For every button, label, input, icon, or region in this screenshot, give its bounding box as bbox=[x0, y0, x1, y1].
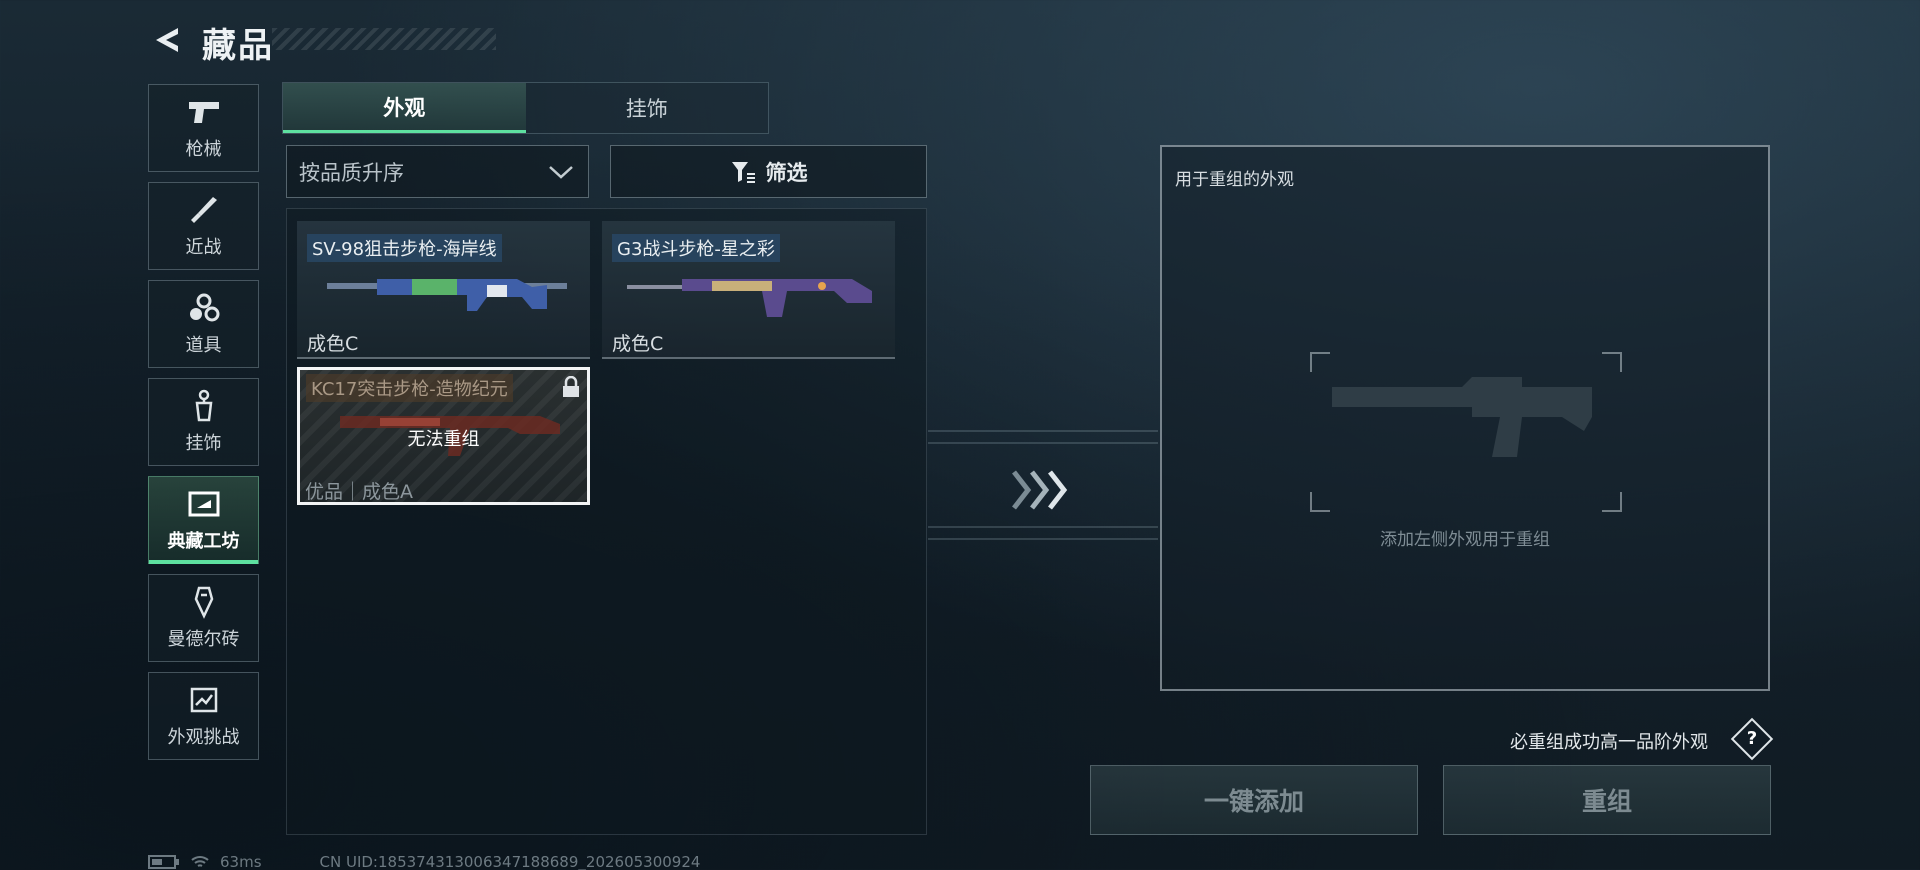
connector-line bbox=[928, 526, 1158, 528]
connector-line bbox=[928, 430, 1158, 432]
category-mandel-brick[interactable]: 曼德尔砖 bbox=[148, 574, 259, 662]
category-charms[interactable]: 挂饰 bbox=[148, 378, 259, 466]
skin-name: G3战斗步枪-星之彩 bbox=[612, 234, 780, 262]
page-title: 藏品 bbox=[202, 26, 274, 66]
help-button[interactable]: ? bbox=[1730, 717, 1774, 761]
g3-rifle-image bbox=[627, 279, 872, 317]
sort-label: 按品质升序 bbox=[299, 160, 404, 185]
filter-label: 筛选 bbox=[765, 160, 808, 185]
category-label: 枪械 bbox=[185, 139, 222, 160]
bracket-corner bbox=[1310, 492, 1330, 512]
skin-list: SV-98狙击步枪-海岸线 成色C G3战斗步枪-星之彩 成色C KC17突击步… bbox=[286, 208, 927, 835]
skin-name: SV-98狙击步枪-海岸线 bbox=[307, 234, 502, 262]
category-label: 典藏工坊 bbox=[167, 531, 240, 552]
status-bar: 63ms CN UID:18537431300634718​8689_20260… bbox=[148, 853, 700, 870]
connector-line bbox=[928, 538, 1158, 540]
challenge-icon bbox=[184, 683, 224, 717]
lock-icon bbox=[563, 376, 579, 397]
skin-card-kc17-locked[interactable]: KC17突击步枪-造物纪元 无法重组 优品｜成色A bbox=[297, 367, 590, 505]
help-question-icon: ? bbox=[1746, 728, 1758, 749]
reforge-button[interactable]: 重组 bbox=[1443, 765, 1771, 835]
connector-line bbox=[928, 442, 1158, 444]
skin-card-sv98[interactable]: SV-98狙击步枪-海岸线 成色C bbox=[297, 221, 590, 359]
category-workshop[interactable]: 典藏工坊 bbox=[148, 476, 259, 564]
tab-bar: 外观 挂饰 bbox=[282, 82, 769, 134]
knife-icon bbox=[184, 193, 224, 227]
grenades-icon bbox=[184, 291, 224, 325]
title-decoration bbox=[272, 28, 496, 50]
reforge-hint: 添加左侧外观用于重组 bbox=[1380, 530, 1550, 550]
category-label: 曼德尔砖 bbox=[167, 629, 240, 650]
ping-text: 63ms bbox=[220, 853, 262, 870]
sort-dropdown[interactable]: 按品质升序 bbox=[286, 145, 589, 198]
mandel-brick-icon bbox=[184, 585, 224, 619]
back-button[interactable] bbox=[148, 22, 184, 58]
category-items[interactable]: 道具 bbox=[148, 280, 259, 368]
category-melee[interactable]: 近战 bbox=[148, 182, 259, 270]
filter-icon bbox=[731, 161, 755, 183]
empty-slot-rifle-icon bbox=[1332, 377, 1592, 457]
category-challenge[interactable]: 外观挑战 bbox=[148, 672, 259, 760]
battery-icon bbox=[148, 855, 179, 869]
filter-button[interactable]: 筛选 bbox=[610, 145, 927, 198]
skin-grade: 优品｜成色A bbox=[305, 481, 413, 503]
skin-card-g3[interactable]: G3战斗步枪-星之彩 成色C bbox=[602, 221, 895, 359]
category-guns[interactable]: 枪械 bbox=[148, 84, 259, 172]
category-label: 外观挑战 bbox=[167, 727, 240, 748]
cannot-reforge-label: 无法重组 bbox=[407, 429, 480, 450]
add-all-button[interactable]: 一键添加 bbox=[1090, 765, 1418, 835]
reforge-panel: 用于重组的外观 添加左侧外观用于重组 bbox=[1160, 145, 1770, 691]
skin-grade: 成色C bbox=[307, 333, 359, 355]
tab-charms[interactable]: 挂饰 bbox=[526, 83, 769, 133]
category-label: 挂饰 bbox=[185, 433, 222, 454]
uid-text: CN UID:18537431300634718​8689_2026053009… bbox=[319, 853, 701, 870]
guarantee-text: 必重组成功高一品阶外观 bbox=[1510, 732, 1708, 753]
category-label: 近战 bbox=[185, 237, 222, 258]
chevron-down-icon bbox=[549, 165, 573, 179]
back-arrow-icon bbox=[156, 28, 178, 52]
pistol-icon bbox=[184, 95, 224, 129]
skin-grade: 成色C bbox=[612, 333, 664, 355]
charm-icon bbox=[184, 389, 224, 423]
category-label: 道具 bbox=[185, 335, 222, 356]
triple-chevron-icon bbox=[1012, 470, 1068, 510]
wifi-icon bbox=[191, 856, 209, 867]
sv98-rifle-image bbox=[327, 279, 567, 311]
reforge-header: 用于重组的外观 bbox=[1175, 170, 1294, 190]
tab-appearance[interactable]: 外观 bbox=[283, 83, 526, 133]
bracket-corner bbox=[1602, 492, 1622, 512]
workshop-icon bbox=[184, 487, 224, 521]
